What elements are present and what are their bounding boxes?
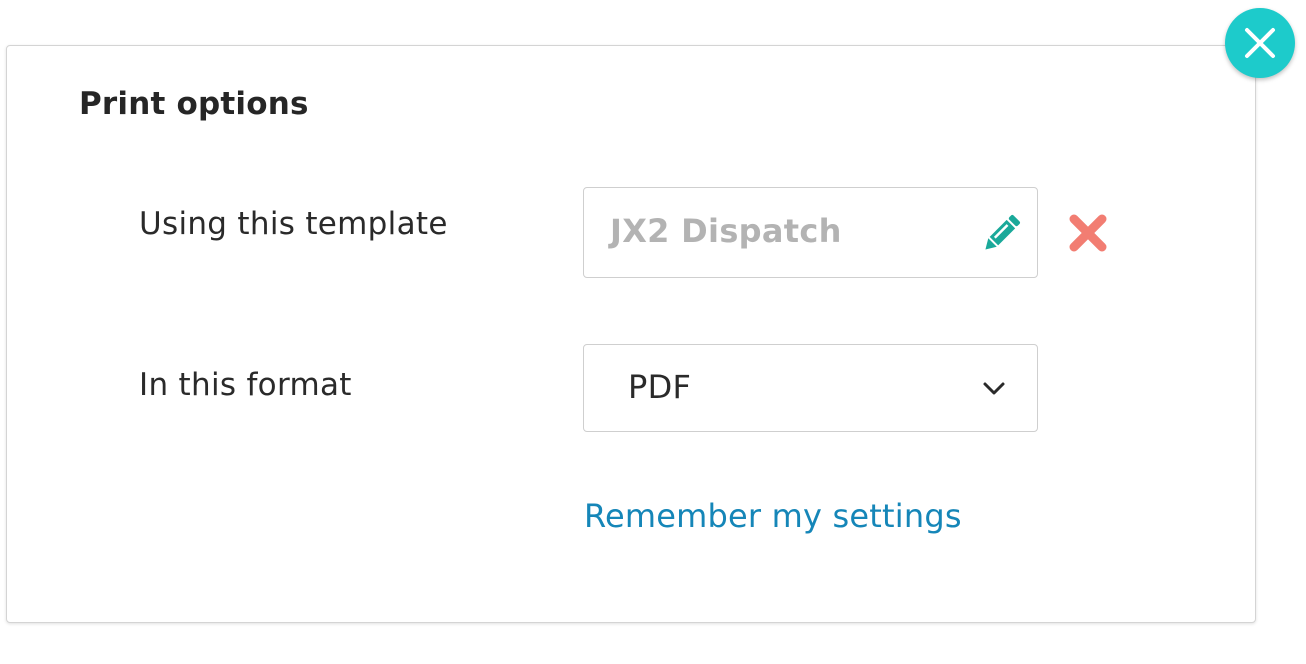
template-field[interactable]: JX2 Dispatch	[583, 187, 1038, 278]
remember-settings-link[interactable]: Remember my settings	[584, 497, 962, 535]
dialog-title: Print options	[79, 86, 309, 122]
format-select[interactable]: PDF	[583, 344, 1038, 432]
remove-x-icon[interactable]	[1067, 212, 1109, 254]
pencil-icon[interactable]	[977, 210, 1025, 258]
format-selected-value: PDF	[628, 368, 692, 406]
screen: Print options Using this template JX2 Di…	[0, 0, 1306, 664]
chevron-down-icon	[981, 375, 1007, 401]
template-value: JX2 Dispatch	[610, 212, 842, 250]
format-label: In this format	[139, 367, 352, 403]
close-icon[interactable]	[1225, 8, 1295, 78]
print-options-dialog: Print options Using this template JX2 Di…	[6, 45, 1256, 623]
template-label: Using this template	[139, 206, 448, 242]
